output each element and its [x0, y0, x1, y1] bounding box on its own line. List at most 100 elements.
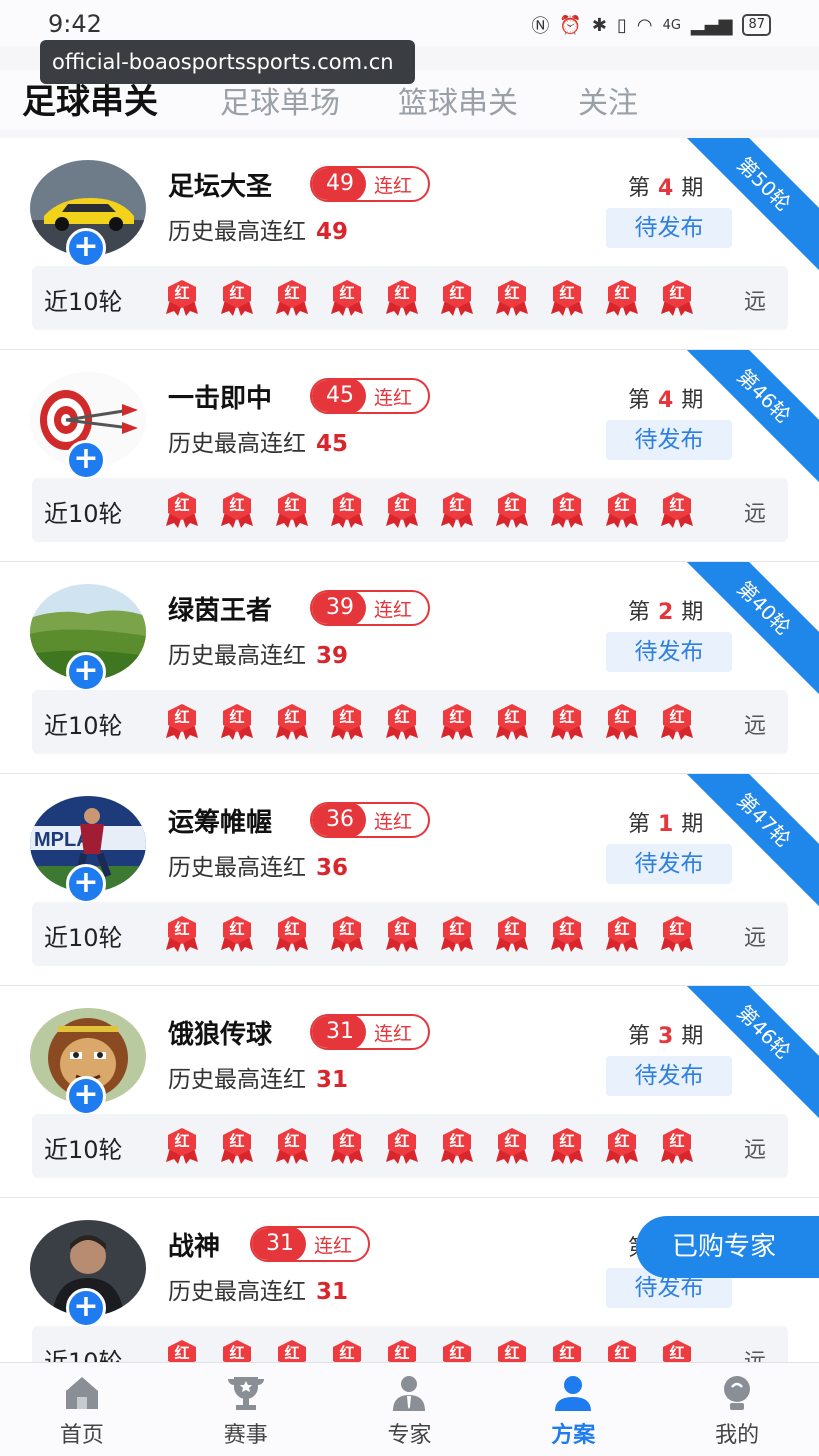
red-medal-icon: 红	[272, 702, 312, 742]
wifi-icon: ◠	[636, 14, 653, 36]
medal-label: 红	[669, 920, 685, 938]
round-ribbon: 第46轮	[674, 986, 819, 1122]
red-medal-icon: 红	[327, 1126, 367, 1166]
pending-publish-button[interactable]: 待发布	[606, 208, 732, 248]
red-medal-icon: 红	[217, 1126, 257, 1166]
red-medal-icon: 红	[492, 278, 532, 318]
follow-plus-button[interactable]: +	[66, 440, 106, 480]
far-label: 远	[743, 290, 766, 315]
history-value: 45	[316, 431, 349, 457]
purchased-experts-button[interactable]: 已购专家	[636, 1216, 819, 1278]
medal-label: 红	[559, 284, 575, 302]
expert-avatar[interactable]: +	[30, 372, 146, 488]
expert-card[interactable]: + 绿茵王者 39 连红 历史最高连红 39 第2期 待发布 第40轮 近10轮 …	[0, 562, 819, 774]
period-number: 4	[658, 176, 674, 201]
history-label: 历史最高连红	[168, 1067, 306, 1093]
expert-card[interactable]: MPLA + 运筹帷幄 36 连红 历史最高连红 36 第1期 待发布 第47轮 …	[0, 774, 819, 986]
far-label: 远	[743, 1138, 766, 1163]
period-suffix: 期	[681, 388, 704, 413]
follow-plus-button[interactable]: +	[66, 652, 106, 692]
red-medal-icon: 红	[437, 702, 477, 742]
red-medal-icon: 红	[602, 278, 642, 318]
medal-label: 红	[229, 920, 245, 938]
recent-results: 红红红红红红红红红红	[162, 1126, 697, 1166]
medal-label: 红	[559, 1344, 575, 1362]
expert-avatar[interactable]: +	[30, 160, 146, 276]
pending-publish-button[interactable]: 待发布	[606, 632, 732, 672]
medal-label: 红	[394, 1344, 410, 1362]
expert-card[interactable]: + 饿狼传球 31 连红 历史最高连红 31 第3期 待发布 第46轮 近10轮 …	[0, 986, 819, 1198]
history-value: 39	[316, 643, 349, 669]
red-medal-icon: 红	[437, 914, 477, 954]
follow-plus-button[interactable]: +	[66, 1288, 106, 1328]
period-prefix: 第	[628, 600, 651, 625]
period-info: 第2期	[628, 594, 703, 626]
recent-rounds-label: 近10轮	[44, 1136, 123, 1164]
medal-label: 红	[669, 708, 685, 726]
medal-label: 红	[174, 1344, 190, 1362]
follow-plus-button[interactable]: +	[66, 228, 106, 268]
history-label: 历史最高连红	[168, 643, 306, 669]
history-best: 历史最高连红 36	[168, 848, 348, 882]
nav-home[interactable]: 首页	[0, 1363, 164, 1456]
streak-count: 49	[312, 168, 366, 200]
recent-results: 红红红红红红红红红红	[162, 490, 697, 530]
pending-publish-button[interactable]: 待发布	[606, 1056, 732, 1096]
nav-mine[interactable]: 我的	[655, 1363, 819, 1456]
follow-plus-button[interactable]: +	[66, 864, 106, 904]
status-time: 9:42	[48, 10, 102, 38]
red-medal-icon: 红	[217, 278, 257, 318]
expert-avatar[interactable]: +	[30, 1220, 146, 1336]
recent-rounds-row: 近10轮 红 红 红 红 红 红 红 红 红 红 远	[32, 690, 788, 754]
pending-publish-button[interactable]: 待发布	[606, 844, 732, 884]
medal-label: 红	[614, 1344, 630, 1362]
expert-name: 战神	[168, 1232, 221, 1262]
signal-bars-icon: ▂▄▆	[690, 14, 733, 36]
medal-label: 红	[504, 920, 520, 938]
pending-publish-button[interactable]: 待发布	[606, 420, 732, 460]
medal-label: 红	[394, 284, 410, 302]
expert-card[interactable]: + 足坛大圣 49 连红 历史最高连红 49 第4期 待发布 第50轮 近10轮 …	[0, 138, 819, 350]
red-medal-icon: 红	[602, 1126, 642, 1166]
medal-label: 红	[394, 708, 410, 726]
follow-plus-button[interactable]: +	[66, 1076, 106, 1116]
tab-football-single[interactable]: 足球单场	[220, 78, 340, 122]
red-medal-icon: 红	[547, 1126, 587, 1166]
streak-badge: 45 连红	[310, 378, 431, 414]
expert-avatar[interactable]: MPLA +	[30, 796, 146, 912]
tab-basketball-parlay[interactable]: 篮球串关	[398, 78, 518, 122]
red-medal-icon: 红	[382, 278, 422, 318]
streak-label: 连红	[374, 1022, 413, 1045]
history-label: 历史最高连红	[168, 1279, 306, 1305]
expert-card[interactable]: + 一击即中 45 连红 历史最高连红 45 第4期 待发布 第46轮 近10轮 …	[0, 350, 819, 562]
period-suffix: 期	[681, 812, 704, 837]
medal-label: 红	[394, 920, 410, 938]
streak-badge: 31 连红	[250, 1226, 371, 1262]
recent-rounds-row: 近10轮 红 红 红 红 红 红 红 红 红 红 远	[32, 478, 788, 542]
streak-count: 45	[312, 380, 366, 412]
nav-plans[interactable]: 方案	[491, 1363, 655, 1456]
tab-follow[interactable]: 关注	[578, 78, 638, 122]
medal-label: 红	[339, 920, 355, 938]
red-medal-icon: 红	[327, 702, 367, 742]
expert-avatar[interactable]: +	[30, 584, 146, 700]
expert-avatar[interactable]: +	[30, 1008, 146, 1124]
red-medal-icon: 红	[437, 1126, 477, 1166]
round-ribbon: 第47轮	[674, 774, 819, 910]
nav-events[interactable]: 赛事	[164, 1363, 328, 1456]
streak-badge: 31 连红	[310, 1014, 431, 1050]
medal-label: 红	[614, 284, 630, 302]
recent-results: 红红红红红红红红红红	[162, 278, 697, 318]
streak-label: 连红	[374, 174, 413, 197]
recent-results: 红红红红红红红红红红	[162, 914, 697, 954]
red-medal-icon: 红	[162, 278, 202, 318]
streak-count: 39	[312, 592, 366, 624]
nav-experts[interactable]: 专家	[328, 1363, 492, 1456]
medal-label: 红	[229, 1132, 245, 1150]
medal-label: 红	[174, 708, 190, 726]
streak-badge: 49 连红	[310, 166, 431, 202]
red-medal-icon: 红	[217, 490, 257, 530]
medal-label: 红	[559, 1132, 575, 1150]
streak-label: 连红	[374, 598, 413, 621]
period-info: 第4期	[628, 382, 703, 414]
